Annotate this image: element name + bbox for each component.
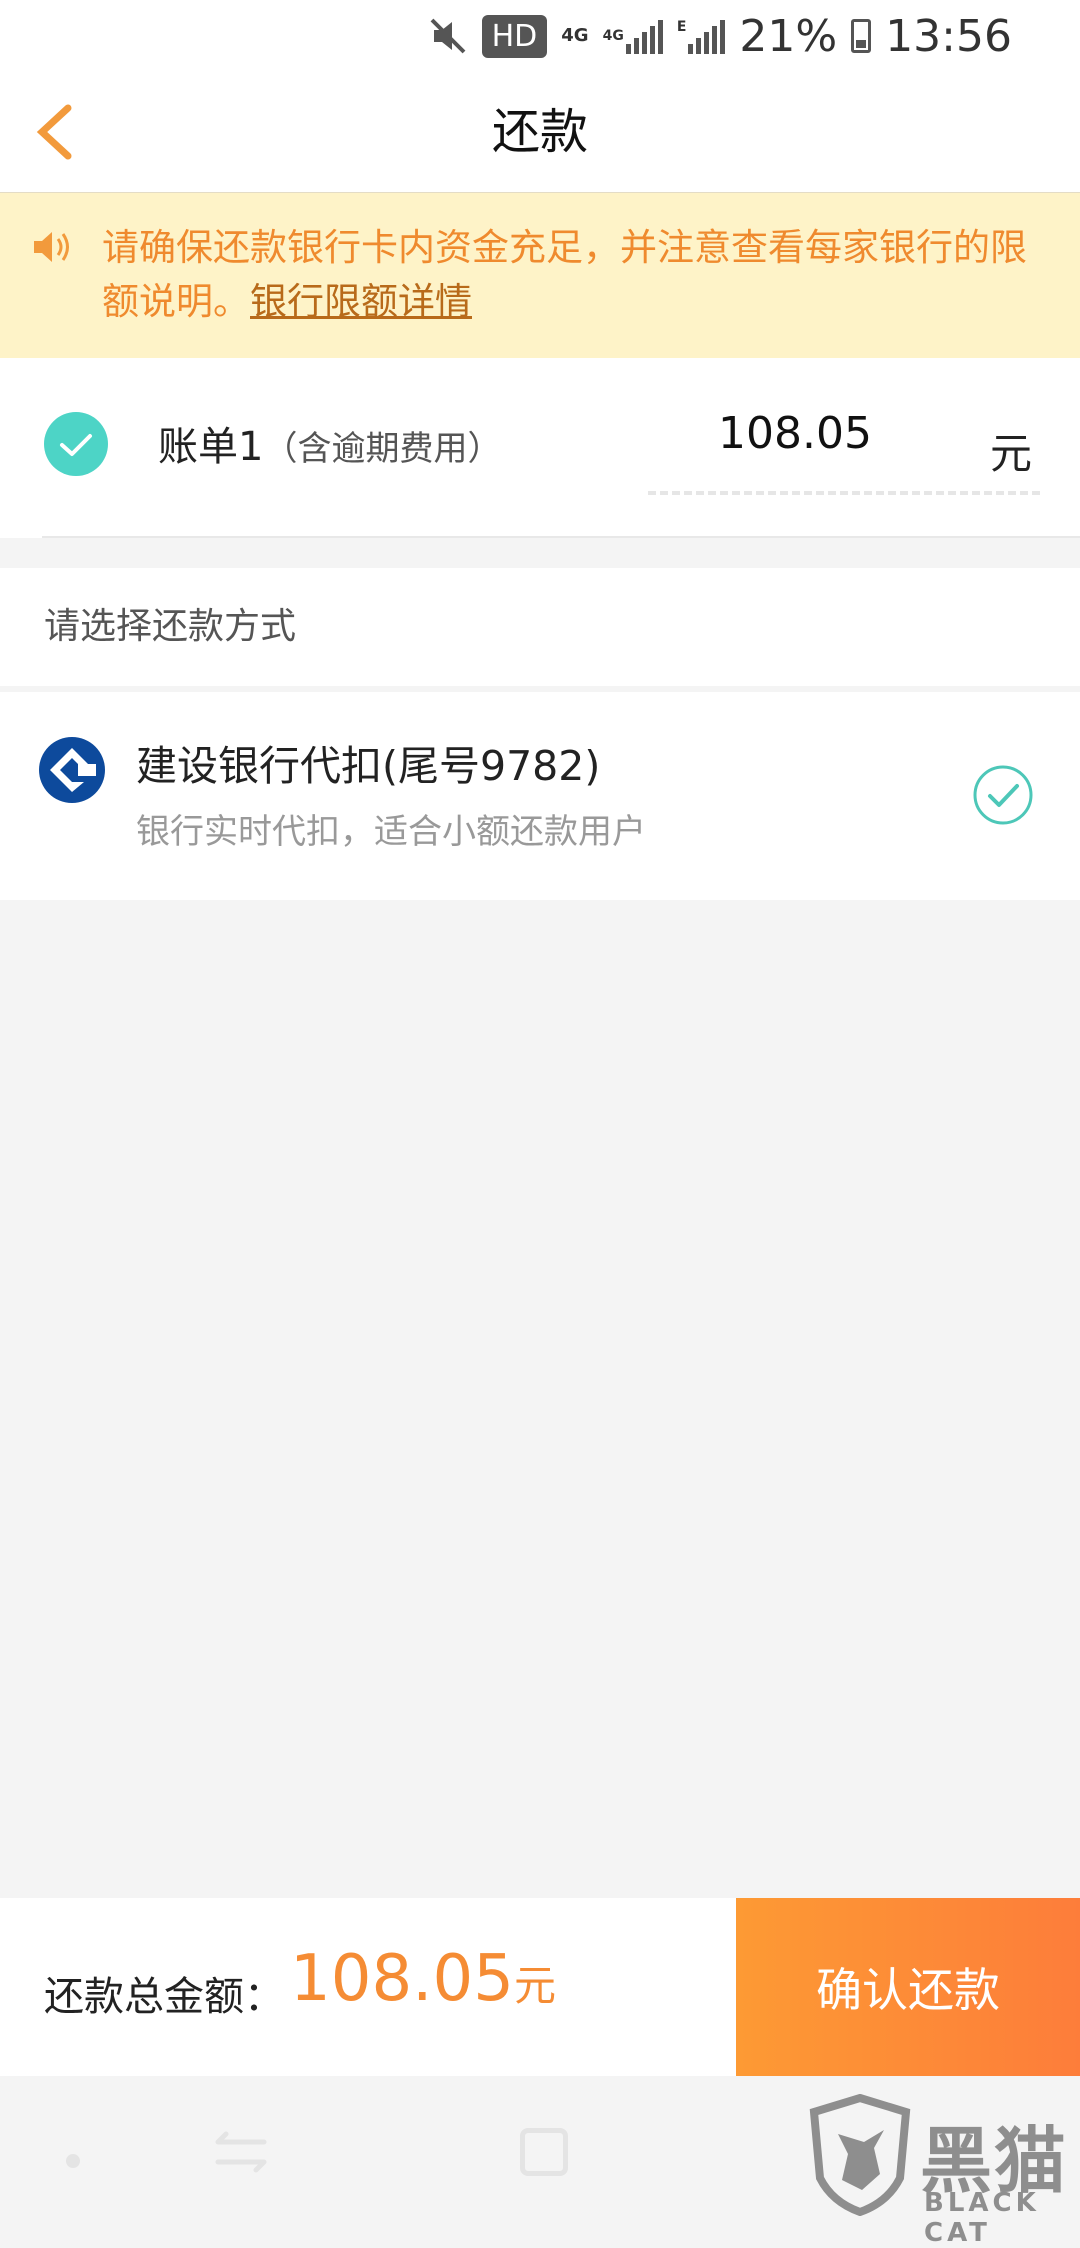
confirm-repayment-button[interactable]: 确认还款: [736, 1898, 1080, 2076]
divider: [42, 536, 1080, 538]
signal-e-icon: E: [677, 18, 726, 54]
network-4g-icon: 4G: [561, 25, 589, 46]
bill-amount-input[interactable]: [648, 402, 942, 464]
bank-limit-link[interactable]: 银行限额详情: [250, 280, 472, 323]
bill-row: 账单1（含逾期费用） 元: [0, 358, 1080, 538]
bill-label: 账单1（含逾期费用）: [158, 424, 502, 470]
clock: 13:56: [885, 10, 1012, 62]
payment-method-name: 建设银行代扣(尾号9782): [136, 742, 601, 790]
total-unit: 元: [513, 1961, 556, 2010]
check-outline-icon[interactable]: [972, 764, 1034, 826]
bill-note: （含逾期费用）: [263, 429, 502, 469]
total-label: 还款总金额：: [44, 1974, 284, 2020]
total-amount: 108.05元: [290, 1942, 556, 2016]
check-filled-icon: [60, 434, 92, 456]
nav-dot-icon[interactable]: [66, 2154, 80, 2168]
hd-badge: HD: [481, 14, 548, 58]
page-title: 还款: [491, 104, 588, 160]
status-bar: HD 4G 4G E 21% 13:56: [0, 0, 1080, 72]
payment-method-description: 银行实时代扣，适合小额还款用户: [136, 812, 646, 852]
amount-underline: [648, 491, 1040, 495]
notice-banner: 请确保还款银行卡内资金充足，并注意查看每家银行的限额说明。银行限额详情: [0, 193, 1080, 358]
battery-icon: [851, 19, 872, 53]
bill-checkbox[interactable]: [44, 412, 108, 476]
cat-shield-icon: [809, 2094, 911, 2216]
nav-back-icon[interactable]: [214, 2128, 270, 2176]
system-nav-bar: 黑猫 BLACK CAT: [0, 2076, 1080, 2248]
nav-recent-apps-icon[interactable]: [520, 2128, 568, 2176]
speaker-icon: [34, 232, 69, 262]
watermark: 黑猫 BLACK CAT: [808, 2094, 1080, 2248]
ccb-bank-logo-icon: [39, 737, 105, 803]
mute-icon: [428, 16, 468, 56]
watermark-subtext: BLACK CAT: [924, 2188, 1040, 2248]
battery-percent: 21%: [739, 10, 838, 62]
nav-header: 还款: [0, 72, 1080, 193]
payment-method-section-label: 请选择还款方式: [0, 568, 1080, 686]
notice-text: 请确保还款银行卡内资金充足，并注意查看每家银行的限额说明。: [102, 226, 1027, 323]
payment-footer: 还款总金额： 108.05元 确认还款: [0, 1898, 1080, 2076]
amount-unit: 元: [990, 429, 1033, 478]
signal-icon: 4G: [603, 18, 663, 54]
payment-method-ccb[interactable]: 建设银行代扣(尾号9782) 银行实时代扣，适合小额还款用户: [0, 692, 1080, 900]
